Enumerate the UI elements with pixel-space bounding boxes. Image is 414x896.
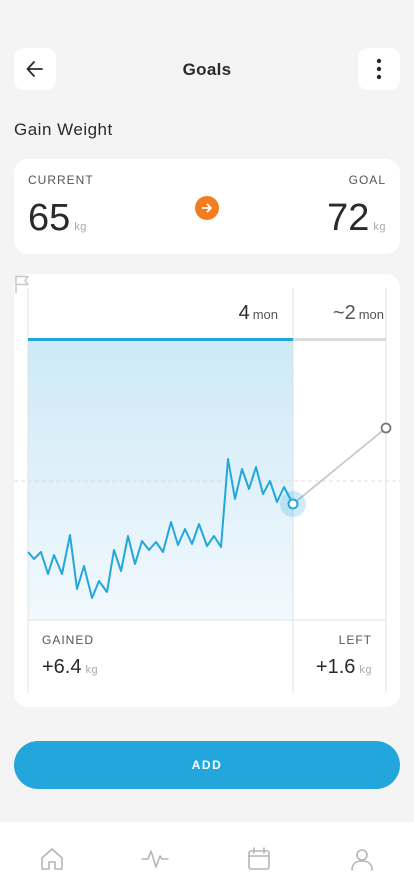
current-marker[interactable] xyxy=(287,498,299,510)
left-unit: kg xyxy=(359,664,372,676)
more-menu-button[interactable] xyxy=(358,48,400,90)
arrow-right-badge xyxy=(195,196,219,220)
profile-icon xyxy=(351,849,374,871)
elapsed-value: 4 xyxy=(238,302,250,324)
elapsed-duration: 4 mon xyxy=(239,302,278,325)
progress-card: 4 mon ~2 mon GAINED LEFT +6.4 kg +1.6 kg xyxy=(14,274,400,707)
projection-line xyxy=(292,427,387,505)
tab-calendar[interactable] xyxy=(239,846,279,876)
gained-label: GAINED xyxy=(42,633,95,647)
remaining-value: ~2 xyxy=(332,302,356,324)
add-button[interactable]: ADD xyxy=(14,741,400,789)
elapsed-area xyxy=(28,340,293,620)
remaining-unit: mon xyxy=(358,307,384,322)
flag-icon xyxy=(15,275,29,293)
tab-bar xyxy=(0,822,414,896)
gained-stat: +6.4 kg xyxy=(42,656,98,679)
left-label: LEFT xyxy=(338,633,372,647)
header: Goals xyxy=(14,48,400,90)
tab-activity[interactable] xyxy=(135,846,175,876)
remaining-duration: ~2 mon xyxy=(333,302,384,325)
goal-weight: 72 kg xyxy=(327,197,386,240)
tab-profile[interactable] xyxy=(342,846,382,876)
weights-card: CURRENT GOAL 65 kg 72 kg xyxy=(14,159,400,254)
activity-icon xyxy=(141,850,170,868)
calendar-icon xyxy=(247,847,270,870)
goal-unit: kg xyxy=(373,221,386,233)
current-weight: 65 kg xyxy=(28,197,87,240)
goal-marker xyxy=(380,422,392,434)
left-value: +1.6 xyxy=(315,656,356,678)
goal-value: 72 xyxy=(327,197,370,239)
tab-home[interactable] xyxy=(32,846,72,876)
elapsed-unit: mon xyxy=(252,307,278,322)
progress-fill xyxy=(28,338,293,341)
current-value: 65 xyxy=(28,197,71,239)
more-vertical-icon xyxy=(376,58,382,80)
left-stat: +1.6 kg xyxy=(316,656,372,679)
gained-value: +6.4 xyxy=(42,656,82,678)
current-unit: kg xyxy=(74,221,87,233)
page-title: Goals xyxy=(182,60,232,79)
goal-name: Gain Weight xyxy=(14,120,113,139)
arrow-right-icon xyxy=(201,203,212,213)
gained-unit: kg xyxy=(85,664,99,676)
current-label: CURRENT xyxy=(28,173,94,187)
home-icon xyxy=(40,848,63,870)
goal-label: GOAL xyxy=(348,173,386,187)
